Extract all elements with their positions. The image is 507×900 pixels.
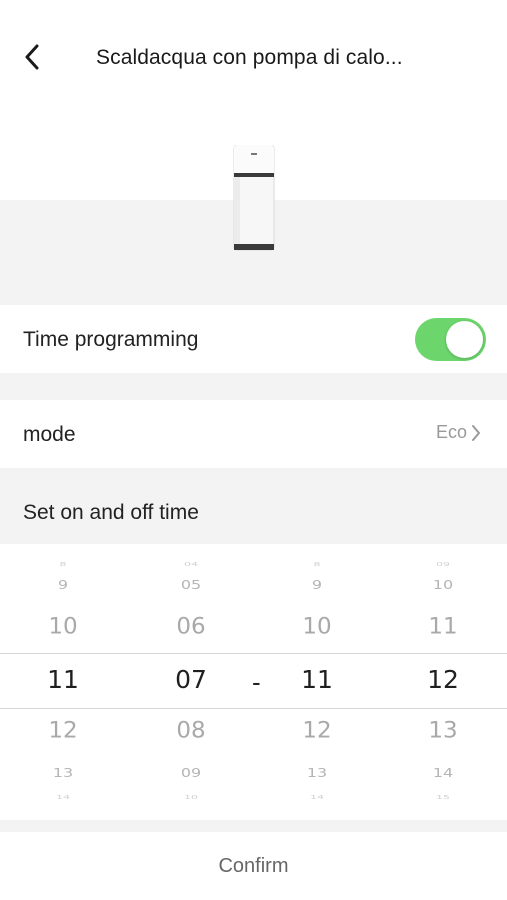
picker-column-end-minute[interactable]: 09 10 11 12 13 14 15	[398, 544, 488, 820]
picker-selected-value[interactable]: 12	[398, 665, 488, 694]
section-gap	[0, 373, 507, 400]
picker-option[interactable]: 10	[18, 615, 108, 640]
chevron-left-icon	[25, 44, 39, 70]
picker-option[interactable]: 12	[272, 719, 362, 744]
picker-option[interactable]: 14	[18, 795, 108, 801]
page-title: Scaldacqua con pompa di calo...	[96, 46, 403, 69]
mode-label: mode	[23, 423, 76, 446]
mode-value-text: Eco	[435, 422, 467, 442]
schedule-section-header: Set on and off time	[0, 468, 507, 544]
schedule-section-title: Set on and off time	[23, 501, 199, 524]
picker-column-start-minute[interactable]: 04 05 06 07 08 09 10	[146, 544, 236, 820]
picker-option[interactable]: 10	[146, 795, 236, 801]
picker-selected-value[interactable]: 07	[146, 665, 236, 694]
picker-option[interactable]: 09	[146, 765, 236, 780]
picker-option[interactable]: 13	[272, 765, 362, 780]
picker-option[interactable]: 05	[146, 577, 236, 592]
time-picker[interactable]: - 8 9 10 11 12 13 14 04 05 06 07 08 09 10 8 9 10 11 12 13…	[0, 544, 507, 820]
picker-option[interactable]: 10	[272, 615, 362, 640]
mode-value: Eco	[436, 422, 481, 443]
time-programming-toggle[interactable]	[415, 318, 486, 361]
picker-option[interactable]: 08	[146, 719, 236, 744]
picker-option[interactable]: 14	[272, 795, 362, 801]
header-bar: Scaldacqua con pompa di calo...	[0, 0, 507, 115]
picker-option[interactable]: 14	[398, 765, 488, 780]
confirm-button[interactable]: Confirm	[0, 832, 507, 900]
picker-option[interactable]: 12	[18, 719, 108, 744]
device-banner	[0, 115, 507, 305]
picker-option[interactable]: 11	[398, 615, 488, 640]
picker-option[interactable]: 9	[18, 577, 108, 592]
time-programming-row: Time programming	[0, 305, 507, 373]
picker-option[interactable]: 04	[146, 562, 236, 568]
picker-option[interactable]: 09	[398, 562, 488, 568]
picker-option[interactable]: 9	[272, 577, 362, 592]
back-button[interactable]	[18, 42, 46, 72]
picker-option[interactable]: 15	[398, 795, 488, 801]
picker-option[interactable]: 8	[272, 562, 362, 568]
mode-row[interactable]: mode Eco	[0, 400, 507, 468]
picker-selected-value[interactable]: 11	[272, 665, 362, 694]
toggle-knob	[446, 321, 483, 358]
picker-option[interactable]: 06	[146, 615, 236, 640]
footer-gap	[0, 820, 507, 832]
picker-option[interactable]: 13	[18, 765, 108, 780]
picker-selected-value[interactable]: 11	[18, 665, 108, 694]
picker-option[interactable]: 13	[398, 719, 488, 744]
picker-column-end-hour[interactable]: 8 9 10 11 12 13 14	[272, 544, 362, 820]
chevron-right-icon	[472, 424, 480, 441]
picker-column-start-hour[interactable]: 8 9 10 11 12 13 14	[18, 544, 108, 820]
picker-option[interactable]: 10	[398, 577, 488, 592]
picker-option[interactable]: 8	[18, 562, 108, 568]
water-heater-image	[233, 145, 275, 251]
time-programming-label: Time programming	[23, 328, 199, 351]
picker-separator: -	[252, 667, 261, 697]
